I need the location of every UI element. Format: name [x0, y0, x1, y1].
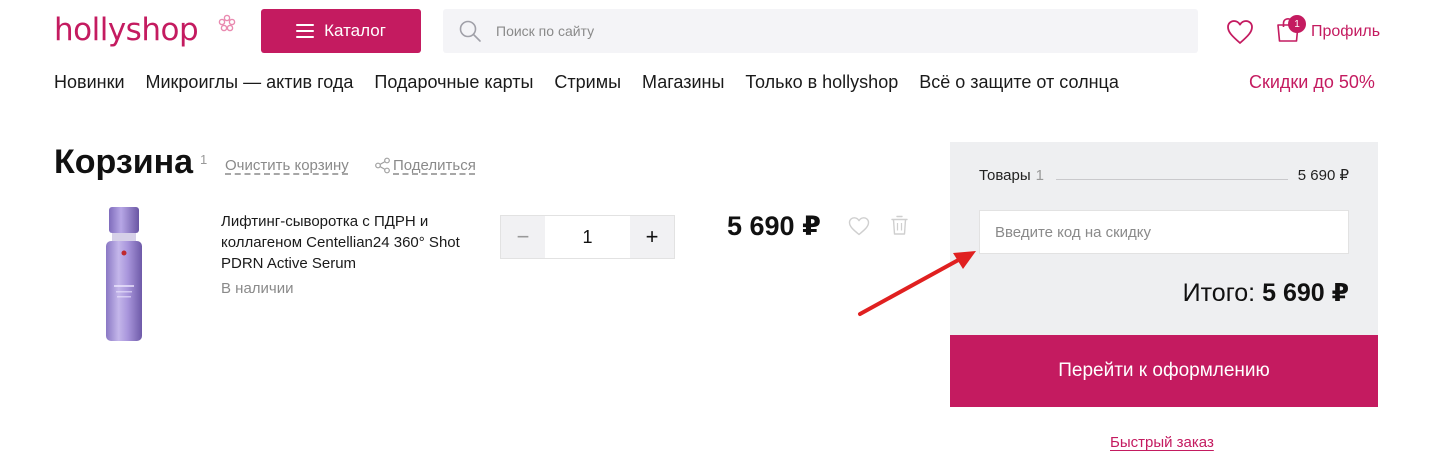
quantity-decrease-button[interactable]: − [501, 216, 545, 258]
menu-icon [296, 24, 315, 38]
trash-icon[interactable] [890, 214, 909, 236]
product-image[interactable] [100, 205, 148, 345]
nav-item-exclusive[interactable]: Только в hollyshop [745, 72, 898, 93]
share-link[interactable]: Поделиться [374, 157, 476, 174]
clear-cart-link[interactable]: Очистить корзину [225, 157, 349, 174]
main-nav: Новинки Микроиглы — актив года Подарочны… [54, 72, 1119, 93]
search-icon [459, 20, 481, 42]
product-name[interactable]: Лифтинг-сыворотка с ПДРН и коллагеном Ce… [221, 211, 461, 274]
site-header: hollyshop Каталог 1 Профиль [0, 0, 1432, 64]
quick-order-link[interactable]: Быстрый заказ [1110, 434, 1214, 451]
quantity-stepper: − 1 + [500, 215, 675, 259]
quantity-increase-button[interactable]: + [630, 216, 674, 258]
cart-count-badge: 1 [1288, 15, 1306, 33]
nav-item-gift-cards[interactable]: Подарочные карты [374, 72, 533, 93]
promo-code-input[interactable] [979, 210, 1349, 254]
checkout-button[interactable]: Перейти к оформлению [950, 335, 1378, 407]
total-value: 5 690 ₽ [1262, 279, 1349, 307]
nav-item-streams[interactable]: Стримы [554, 72, 621, 93]
page-title: Корзина [54, 143, 194, 181]
goods-label: Товары [979, 167, 1031, 184]
flower-icon [218, 14, 236, 32]
stock-status: В наличии [221, 280, 294, 297]
goods-sum: 5 690 ₽ [1297, 167, 1349, 184]
annotation-arrow-icon [858, 251, 976, 316]
add-to-favorites-icon[interactable] [848, 216, 870, 236]
share-label: Поделиться [393, 157, 476, 174]
logo[interactable]: hollyshop [54, 12, 199, 48]
nav-item-stores[interactable]: Магазины [642, 72, 724, 93]
nav-item-microneedles[interactable]: Микроиглы — актив года [146, 72, 354, 93]
order-total: Итого: 5 690 ₽ [1163, 278, 1349, 308]
nav-item-new[interactable]: Новинки [54, 72, 125, 93]
heart-icon[interactable] [1226, 19, 1254, 45]
search-input[interactable] [496, 23, 1096, 39]
search-bar[interactable] [443, 9, 1198, 53]
catalog-label: Каталог [324, 21, 386, 40]
nav-item-sun-protection[interactable]: Всё о защите от солнца [919, 72, 1119, 93]
item-price: 5 690 ₽ [727, 211, 821, 241]
nav-item-sale[interactable]: Скидки до 50% [1249, 72, 1375, 93]
catalog-button[interactable]: Каталог [261, 9, 421, 53]
total-label: Итого: [1182, 279, 1256, 307]
profile-link[interactable]: Профиль [1311, 23, 1380, 41]
cart-title-count: 1 [200, 152, 208, 167]
leader-line [1055, 179, 1288, 180]
goods-summary-row: Товары 1 5 690 ₽ [979, 166, 1349, 184]
quantity-value[interactable]: 1 [545, 216, 630, 258]
goods-count: 1 [1035, 167, 1044, 184]
share-icon [375, 157, 390, 174]
